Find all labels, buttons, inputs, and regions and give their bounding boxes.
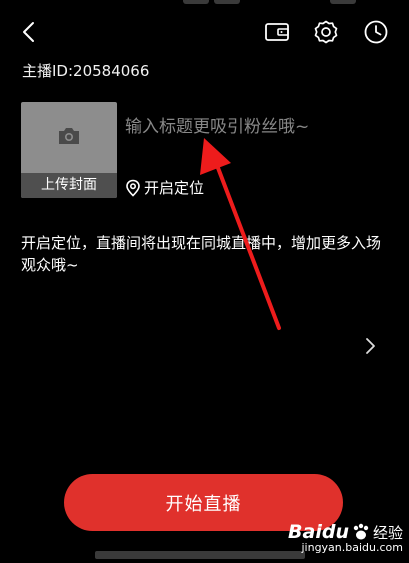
watermark-url: jingyan.baidu.com — [301, 541, 403, 554]
watermark-brand-cn: 经验 — [372, 523, 403, 542]
annotation-arrow — [200, 138, 281, 330]
watermark-brand: Baidu — [288, 521, 349, 543]
baidu-watermark: Baidu 经验 jingyan.baidu.com — [288, 521, 403, 554]
paw-logo-icon — [353, 523, 369, 540]
